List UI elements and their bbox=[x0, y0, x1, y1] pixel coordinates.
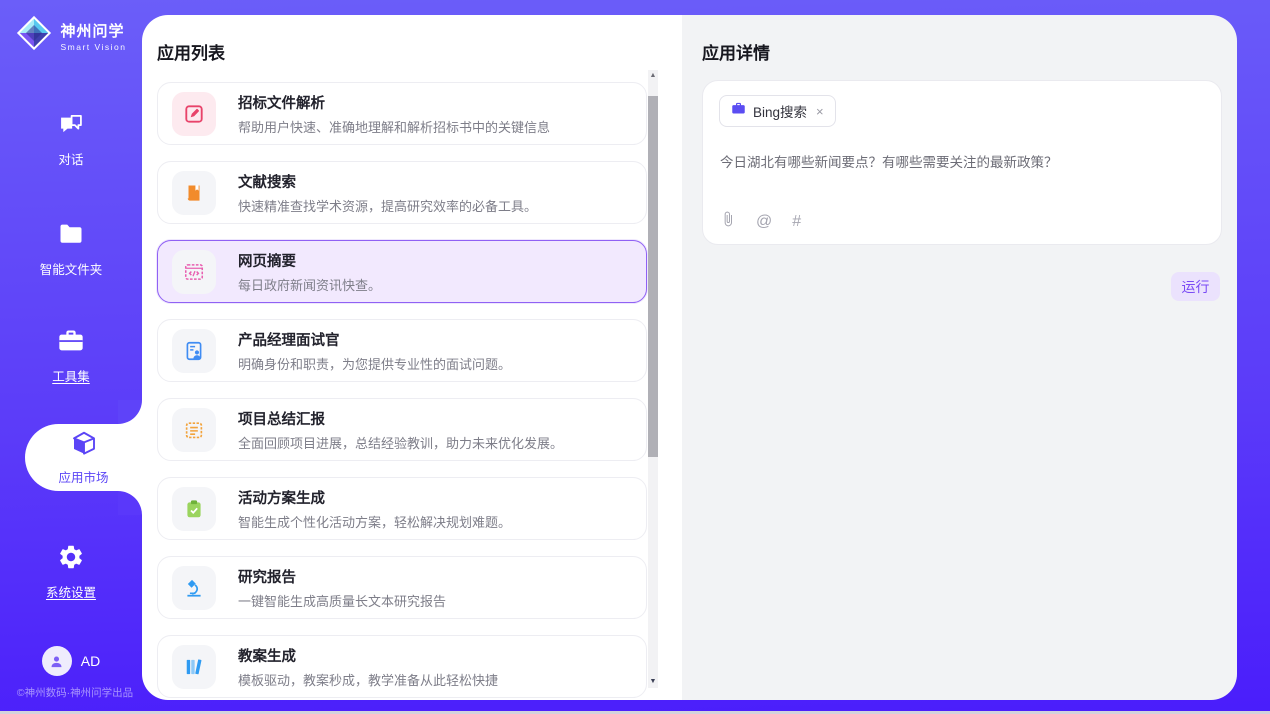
app-card-project-summary[interactable]: 项目总结汇报 全面回顾项目进展，总结经验教训，助力未来优化发展。 bbox=[157, 398, 647, 461]
brand-name: 神州问学 bbox=[60, 20, 126, 41]
query-text: 今日湖北有哪些新闻要点？有哪些需要关注的最新政策？ bbox=[720, 151, 1200, 171]
app-card-desc: 快速精准查找学术资源，提高研究效率的必备工具。 bbox=[238, 196, 537, 215]
attachment-toolbar: @ # bbox=[720, 211, 801, 232]
sidebar-item-label: 对话 bbox=[0, 149, 142, 168]
mention-icon[interactable]: @ bbox=[756, 213, 772, 231]
cube-icon bbox=[69, 429, 99, 464]
app-card-bid-document-parse[interactable]: 招标文件解析 帮助用户快速、准确地理解和解析招标书中的关键信息 bbox=[157, 82, 647, 145]
app-card-desc: 一键智能生成高质量长文本研究报告 bbox=[238, 591, 446, 610]
note-icon bbox=[172, 408, 216, 452]
app-list-title: 应用列表 bbox=[157, 39, 225, 64]
toolbox-icon bbox=[57, 342, 85, 359]
sidebar-item-label: 应用市场 bbox=[58, 467, 108, 486]
hashtag-icon[interactable]: # bbox=[792, 213, 801, 231]
app-card-lesson-plan[interactable]: 教案生成 模板驱动，教案秒成，教学准备从此轻松快捷 bbox=[157, 635, 647, 698]
list-scrollbar[interactable]: ▲ ▼ bbox=[648, 70, 658, 688]
browser-code-icon bbox=[172, 250, 216, 294]
app-card-desc: 全面回顾项目进展，总结经验教训，助力未来优化发展。 bbox=[238, 433, 563, 452]
bubble-curve-top bbox=[118, 400, 142, 424]
close-icon[interactable]: × bbox=[816, 104, 824, 119]
briefcase-icon bbox=[731, 101, 746, 121]
diamond-logo-icon bbox=[15, 14, 53, 57]
clipboard-check-icon bbox=[172, 487, 216, 531]
app-card-event-plan[interactable]: 活动方案生成 智能生成个性化活动方案，轻松解决规划难题。 bbox=[157, 477, 647, 540]
user-account[interactable]: AD bbox=[0, 646, 142, 676]
app-card-desc: 每日政府新闻资讯快查。 bbox=[238, 275, 381, 294]
app-card-title: 文献搜索 bbox=[238, 171, 537, 192]
bubble-curve-bottom bbox=[118, 491, 142, 515]
doc-edit-icon bbox=[172, 92, 216, 136]
chat-icon bbox=[57, 125, 85, 142]
scroll-down-icon[interactable]: ▼ bbox=[648, 676, 658, 688]
run-button[interactable]: 运行 bbox=[1171, 272, 1220, 301]
sidebar-item-toolset[interactable]: 工具集 bbox=[0, 327, 142, 385]
app-detail-title: 应用详情 bbox=[702, 39, 770, 64]
scroll-up-icon[interactable]: ▲ bbox=[648, 70, 658, 82]
app-card-research-report[interactable]: 研究报告 一键智能生成高质量长文本研究报告 bbox=[157, 556, 647, 619]
app-card-title: 招标文件解析 bbox=[238, 92, 550, 113]
app-card-title: 教案生成 bbox=[238, 645, 498, 666]
sidebar: 神州问学 Smart Vision 对话 智能文件夹 工具集 bbox=[0, 0, 142, 714]
scrollbar-thumb[interactable] bbox=[648, 96, 658, 457]
avatar bbox=[42, 646, 72, 676]
app-list-panel: 应用列表 招标文件解析 帮助用户快速、准确地理解和解析招标书中的关键信息 bbox=[142, 15, 682, 700]
sidebar-item-chat[interactable]: 对话 bbox=[0, 110, 142, 168]
app-card-title: 研究报告 bbox=[238, 566, 446, 587]
person-doc-icon bbox=[172, 329, 216, 373]
app-card-desc: 智能生成个性化活动方案，轻松解决规划难题。 bbox=[238, 512, 511, 531]
user-initials: AD bbox=[81, 653, 100, 669]
app-card-title: 网页摘要 bbox=[238, 250, 381, 271]
app-card-title: 项目总结汇报 bbox=[238, 408, 563, 429]
prompt-input[interactable]: Bing搜索 × 今日湖北有哪些新闻要点？有哪些需要关注的最新政策？ @ # bbox=[702, 80, 1222, 245]
copyright-text: ©神州数码·神州问学出品 bbox=[0, 685, 150, 700]
brand-subtitle: Smart Vision bbox=[60, 42, 126, 52]
sidebar-item-system-settings[interactable]: 系统设置 bbox=[0, 543, 142, 601]
app-card-title: 活动方案生成 bbox=[238, 487, 511, 508]
tool-chip-label: Bing搜索 bbox=[753, 101, 807, 121]
sidebar-item-app-market-active[interactable]: 应用市场 bbox=[25, 424, 142, 491]
gear-icon bbox=[57, 558, 85, 575]
app-card-desc: 模板驱动，教案秒成，教学准备从此轻松快捷 bbox=[238, 670, 498, 689]
microscope-icon bbox=[172, 566, 216, 610]
app-card-desc: 明确身份和职责，为您提供专业性的面试问题。 bbox=[238, 354, 511, 373]
sidebar-item-smart-folder[interactable]: 智能文件夹 bbox=[0, 220, 142, 278]
brand-logo: 神州问学 Smart Vision bbox=[0, 14, 142, 57]
book-icon bbox=[172, 171, 216, 215]
app-card-title: 产品经理面试官 bbox=[238, 329, 511, 350]
sidebar-item-label: 智能文件夹 bbox=[0, 259, 142, 278]
app-card-web-summary-selected[interactable]: 网页摘要 每日政府新闻资讯快查。 bbox=[157, 240, 647, 303]
content-shell: 应用列表 招标文件解析 帮助用户快速、准确地理解和解析招标书中的关键信息 bbox=[142, 15, 1237, 700]
app-card-pm-interviewer[interactable]: 产品经理面试官 明确身份和职责，为您提供专业性的面试问题。 bbox=[157, 319, 647, 382]
app-detail-panel: 应用详情 Bing搜索 × 今日湖北有哪些新闻要点？有哪些需要关注的最新政策？ bbox=[682, 15, 1237, 700]
sidebar-item-label: 工具集 bbox=[0, 366, 142, 385]
app-card-desc: 帮助用户快速、准确地理解和解析招标书中的关键信息 bbox=[238, 117, 550, 136]
tool-chip-bing-search[interactable]: Bing搜索 × bbox=[719, 95, 836, 127]
app-card-list: 招标文件解析 帮助用户快速、准确地理解和解析招标书中的关键信息 文献搜索 快速精… bbox=[157, 82, 647, 700]
books-icon bbox=[172, 645, 216, 689]
app-card-literature-search[interactable]: 文献搜索 快速精准查找学术资源，提高研究效率的必备工具。 bbox=[157, 161, 647, 224]
sidebar-item-label: 系统设置 bbox=[0, 582, 142, 601]
folder-icon bbox=[57, 235, 85, 252]
paperclip-icon[interactable] bbox=[720, 211, 736, 232]
